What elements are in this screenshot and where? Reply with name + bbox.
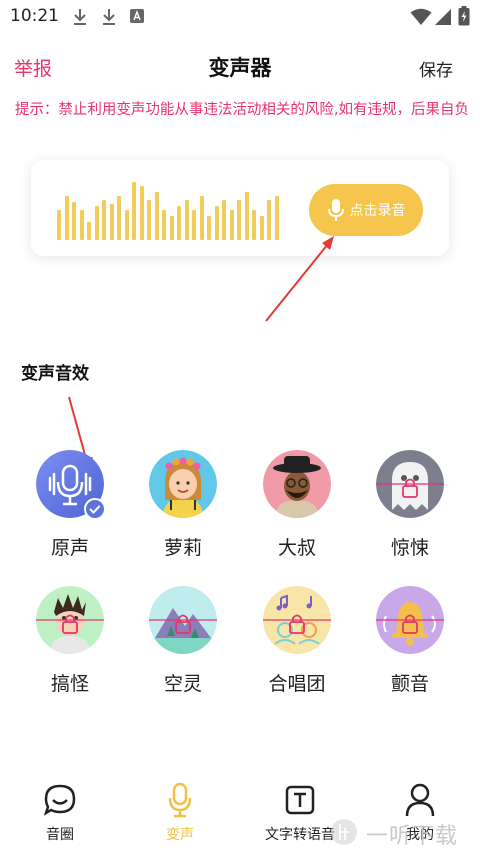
chat-bubble-icon <box>43 784 76 816</box>
effect-label: 空灵 <box>163 673 202 695</box>
nav-label: 音圈 <box>46 827 74 843</box>
waveform-bar <box>222 200 226 240</box>
signal-icon <box>435 9 451 25</box>
watermark: 一听下载 <box>330 812 480 852</box>
battery-icon <box>458 6 470 26</box>
chorus-locked-icon <box>263 586 331 654</box>
waveform-bar <box>94 206 99 240</box>
mountain-locked-icon <box>149 586 217 654</box>
effect-chorus[interactable]: 合唱团 <box>252 586 342 696</box>
download-icon <box>103 9 115 25</box>
download-icon <box>74 9 86 25</box>
ethereal-avatar <box>149 586 217 654</box>
page-title: 变声器 <box>208 56 272 80</box>
wifi-icon <box>410 8 432 25</box>
waveform-bar <box>124 210 129 240</box>
waveform-bar <box>64 196 69 240</box>
loli-avatar <box>149 450 217 518</box>
header: 举报 变声器 保存 <box>0 46 480 86</box>
waveform-bar <box>117 196 121 240</box>
record-button-label: 点击录音 <box>349 203 406 219</box>
effect-label: 大叔 <box>277 537 316 559</box>
waveform-bar <box>259 216 264 240</box>
bell-locked-icon <box>376 586 444 654</box>
man-with-hat-avatar-icon <box>263 450 331 518</box>
waveform-bar <box>79 210 84 240</box>
chorus-avatar <box>263 586 331 654</box>
waveform-bar <box>57 210 61 240</box>
waveform-bar <box>207 216 211 240</box>
waveform-bar <box>237 200 241 240</box>
text-box-icon <box>285 785 315 815</box>
girl-avatar-icon <box>149 450 217 518</box>
waveform-bar <box>229 210 234 240</box>
notice-text: 提示：禁止利用变声功能从事违法活动相关的风险,如有违规，后果自负 <box>14 102 470 118</box>
waveform-bar <box>244 192 249 240</box>
effect-vibrato[interactable]: 颤音 <box>365 586 455 696</box>
effect-label: 惊悚 <box>390 537 429 559</box>
status-time: 10:21 <box>10 6 59 26</box>
funny-face-locked-icon <box>36 586 104 654</box>
nav-item-voice-changer[interactable]: 变声 <box>120 778 240 844</box>
microphone-icon <box>168 782 192 818</box>
uncle-avatar <box>263 450 331 518</box>
original-voice-avatar <box>36 450 106 520</box>
waveform-bar <box>267 200 271 240</box>
save-button[interactable]: 保存 <box>419 56 453 81</box>
waveform-bar <box>192 210 196 240</box>
effect-loli[interactable]: 萝莉 <box>138 450 228 560</box>
waveform-bar <box>177 206 181 240</box>
effect-original[interactable]: 原声 <box>25 450 115 560</box>
waveform-bar <box>162 210 166 240</box>
vibrato-avatar <box>376 586 444 654</box>
funny-avatar <box>36 586 104 654</box>
waveform-bar <box>72 202 76 240</box>
waveform-bar <box>274 196 279 240</box>
waveform-bar <box>154 192 159 240</box>
waveform-bar <box>109 204 114 240</box>
effect-label: 合唱团 <box>268 673 326 695</box>
effect-thriller[interactable]: 惊悚 <box>365 450 455 560</box>
waveform-bar <box>199 196 204 240</box>
section-title: 变声音效 <box>21 364 89 384</box>
font-app-icon <box>130 9 144 23</box>
waveform-bar <box>139 186 144 240</box>
effect-uncle[interactable]: 大叔 <box>252 450 342 560</box>
waveform-bar <box>252 210 256 240</box>
annotation-arrows <box>68 236 334 470</box>
effect-label: 萝莉 <box>163 537 202 559</box>
selected-check-icon <box>84 498 106 520</box>
waveform-bar <box>147 200 151 240</box>
effect-label: 原声 <box>50 537 89 559</box>
thriller-avatar <box>376 450 444 518</box>
waveform-bar <box>132 182 136 240</box>
nav-label: 变声 <box>166 827 194 843</box>
ghost-locked-icon <box>376 450 444 518</box>
waveform <box>57 160 287 256</box>
effect-label: 颤音 <box>390 673 429 695</box>
waveform-bar <box>184 200 189 240</box>
waveform-bar <box>214 206 219 240</box>
effect-ethereal[interactable]: 空灵 <box>138 586 228 696</box>
waveform-bar <box>102 200 106 240</box>
waveform-bar <box>169 216 174 240</box>
record-card: 点击录音 <box>31 160 449 256</box>
effect-label: 搞怪 <box>50 673 89 695</box>
nav-item-voice-circle[interactable]: 音圈 <box>0 778 120 844</box>
watermark-text: 一听下载 <box>366 824 459 849</box>
record-button[interactable]: 点击录音 <box>309 184 423 236</box>
microphone-icon <box>327 199 344 221</box>
effect-funny[interactable]: 搞怪 <box>25 586 115 696</box>
waveform-bar <box>87 222 91 240</box>
status-bar: 10:21 <box>0 0 480 34</box>
